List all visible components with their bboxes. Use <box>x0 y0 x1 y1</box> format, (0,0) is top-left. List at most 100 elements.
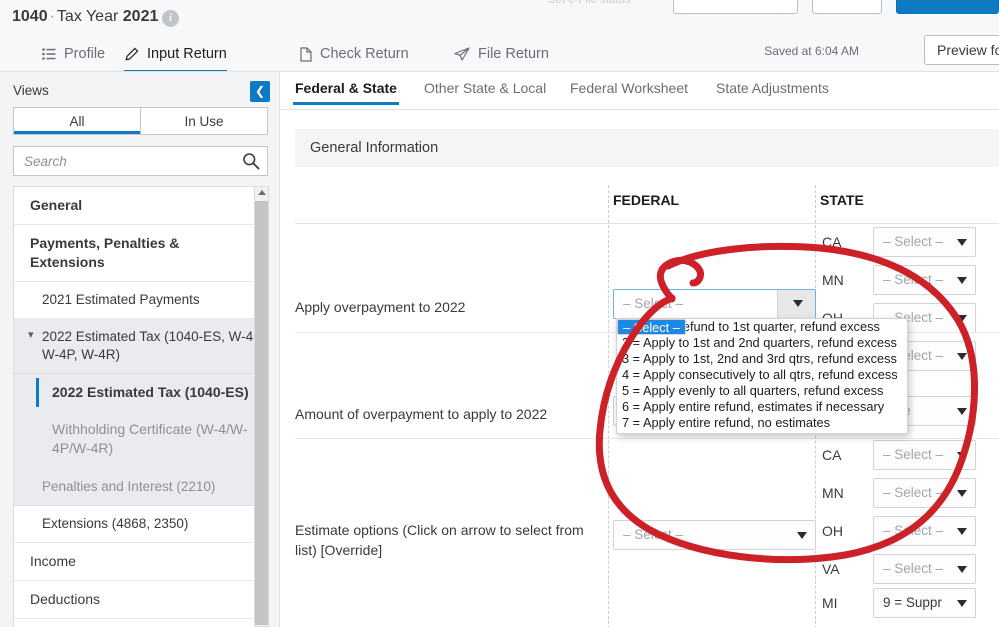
sidebar-item-deductions[interactable]: Deductions <box>14 581 267 619</box>
sidebar-scrollbar-thumb[interactable] <box>255 201 268 625</box>
top-partial-button-2[interactable] <box>812 0 882 14</box>
search-input[interactable] <box>22 147 232 175</box>
sidebar-item-2022-estimated-tax-1040es-label: 2022 Estimated Tax (1040-ES) <box>52 384 249 400</box>
chevron-down-icon[interactable] <box>797 532 807 539</box>
state-select-ca-estimate-options-value: – Select – <box>883 447 943 462</box>
views-filter-all-underline <box>14 131 140 134</box>
nav-tab-check-return-label: Check Return <box>320 46 409 62</box>
page-title: 1040·Tax Year 2021 <box>12 8 158 26</box>
title-separator: · <box>50 8 55 25</box>
column-header-state: STATE <box>820 192 864 208</box>
nav-tab-input-return-label: Input Return <box>147 46 227 62</box>
state-select-va-estimate-options[interactable]: – Select – <box>873 554 976 584</box>
sidebar-item-2022-estimated-tax-group[interactable]: ▾ 2022 Estimated Tax (1040-ES, W-4, W-4P… <box>14 319 267 374</box>
state-select-mn-estimate-options-value: – Select – <box>883 485 943 500</box>
search-icon[interactable] <box>242 152 260 175</box>
document-icon <box>300 47 312 62</box>
state-select-mn-estimate-options[interactable]: – Select – <box>873 478 976 508</box>
dropdown-option-select[interactable]: – Select – <box>617 319 686 335</box>
tab-federal-and-state[interactable]: Federal & State <box>295 80 397 96</box>
state-code-mn-2: MN <box>822 485 844 501</box>
sidebar-item-credits[interactable]: Credits <box>14 619 267 627</box>
dropdown-option-7[interactable]: 7 = Apply entire refund, no estimates <box>617 415 907 431</box>
state-code-ca-1: CA <box>822 234 841 250</box>
sidebar-item-penalties-and-interest[interactable]: Penalties and Interest (2210) <box>14 469 267 506</box>
sidebar-item-income[interactable]: Income <box>14 543 267 581</box>
sidebar-item-2022-estimated-tax-1040es[interactable]: 2022 Estimated Tax (1040-ES) <box>14 374 267 411</box>
federal-select-apply-overpayment[interactable]: – Select – <box>613 289 816 319</box>
sidebar-item-withholding-certificate[interactable]: Withholding Certificate (W-4/W-4P/W-4R) <box>14 411 267 469</box>
sidebar-title: Views <box>13 83 49 98</box>
row-divider-2 <box>295 438 999 439</box>
apply-overpayment-dropdown-list[interactable]: – Select – 1 = Apply refund to 1st quart… <box>616 318 908 434</box>
state-select-ca-estimate-options[interactable]: – Select – <box>873 440 976 470</box>
state-code-mn-1: MN <box>822 272 844 288</box>
state-select-ca-apply-overpayment-value: – Select – <box>883 234 943 249</box>
nav-tab-input-return[interactable]: Input Return <box>124 36 227 72</box>
state-select-mn-apply-overpayment[interactable]: – Select – <box>873 265 976 295</box>
info-icon[interactable]: i <box>162 10 179 27</box>
nav-tab-profile-label: Profile <box>64 46 105 62</box>
chevron-down-icon[interactable] <box>793 300 803 307</box>
chevron-down-icon[interactable] <box>957 353 967 360</box>
sidebar-item-payments-penalties-extensions[interactable]: Payments, Penalties & Extensions <box>14 225 267 282</box>
state-code-va-2: VA <box>822 561 840 577</box>
chevron-down-icon[interactable] <box>957 600 967 607</box>
preview-button[interactable]: Preview for <box>924 35 999 65</box>
form-number: 1040 <box>12 8 48 25</box>
federal-select-apply-overpayment-value: – Select – <box>623 296 683 311</box>
state-select-mi-estimate-options[interactable]: 9 = Suppr <box>873 588 976 618</box>
tab-federal-worksheet[interactable]: Federal Worksheet <box>570 80 688 96</box>
section-header: General Information <box>295 129 999 167</box>
dropdown-option-5[interactable]: 5 = Apply evenly to all quarters, refund… <box>617 383 907 399</box>
tab-other-state-and-local[interactable]: Other State & Local <box>424 80 546 96</box>
app-header: 1040·Tax Year 2021 i Profile Input Retur… <box>0 14 999 72</box>
tax-year-value: 2021 <box>123 8 159 25</box>
sidebar-item-general[interactable]: General <box>14 187 267 225</box>
state-code-mi-2: MI <box>822 595 838 611</box>
views-filter-inuse[interactable]: In Use <box>140 107 268 135</box>
sidebar-item-2021-estimated-payments[interactable]: 2021 Estimated Payments <box>14 282 267 319</box>
dropdown-option-3[interactable]: 3 = Apply to 1st, 2nd and 3rd qtrs, refu… <box>617 351 907 367</box>
scroll-up-arrow-icon[interactable] <box>258 190 266 195</box>
dropdown-option-6[interactable]: 6 = Apply entire refund, estimates if ne… <box>617 399 907 415</box>
views-nav-list: General Payments, Penalties & Extensions… <box>13 186 268 627</box>
chevron-down-icon[interactable] <box>957 490 967 497</box>
nav-tab-profile[interactable]: Profile <box>42 36 105 72</box>
top-partial-button-1[interactable] <box>673 0 798 14</box>
federal-select-estimate-options[interactable]: – Select – <box>613 520 816 550</box>
views-filter-all[interactable]: All <box>13 107 140 135</box>
chevron-down-icon[interactable] <box>957 566 967 573</box>
dropdown-option-2[interactable]: 2 = Apply to 1st and 2nd quarters, refun… <box>617 335 907 351</box>
nav-tab-file-return[interactable]: File Return <box>454 36 549 72</box>
sidebar-item-extensions[interactable]: Extensions (4868, 2350) <box>14 506 267 543</box>
list-icon <box>42 48 56 60</box>
tax-year-label: Tax Year <box>57 8 118 25</box>
state-select-ca-apply-overpayment[interactable]: – Select – <box>873 227 976 257</box>
selected-indicator <box>36 378 39 407</box>
tab-state-adjustments[interactable]: State Adjustments <box>716 80 829 96</box>
chevron-down-icon[interactable] <box>957 408 967 415</box>
top-partial-primary-button[interactable] <box>896 0 999 14</box>
grid-header-rule <box>295 223 999 224</box>
chevron-down-icon[interactable] <box>957 315 967 322</box>
dropdown-option-4[interactable]: 4 = Apply consecutively to all qtrs, ref… <box>617 367 907 383</box>
chevron-down-icon[interactable] <box>957 452 967 459</box>
nav-tab-check-return[interactable]: Check Return <box>300 36 409 72</box>
state-select-oh-estimate-options[interactable]: – Select – <box>873 516 976 546</box>
sidebar-collapse-button[interactable]: ❮ <box>250 81 270 102</box>
column-headers: FEDERAL STATE <box>281 192 999 224</box>
chevron-down-icon[interactable] <box>957 528 967 535</box>
chevron-down-icon[interactable] <box>957 239 967 246</box>
search-box[interactable] <box>13 146 268 176</box>
active-subtab-underline <box>293 102 399 105</box>
state-select-mi-estimate-options-value: 9 = Suppr <box>883 595 942 610</box>
state-select-va-estimate-options-value: – Select – <box>883 561 943 576</box>
column-header-federal: FEDERAL <box>613 192 679 208</box>
tabs-divider <box>281 109 999 110</box>
send-icon <box>454 47 470 61</box>
chevron-down-icon[interactable] <box>957 277 967 284</box>
chevron-down-icon[interactable]: ▾ <box>28 328 34 343</box>
sidebar: Views All In Use General Payments, Penal… <box>0 72 280 627</box>
state-select-oh-estimate-options-value: – Select – <box>883 523 943 538</box>
